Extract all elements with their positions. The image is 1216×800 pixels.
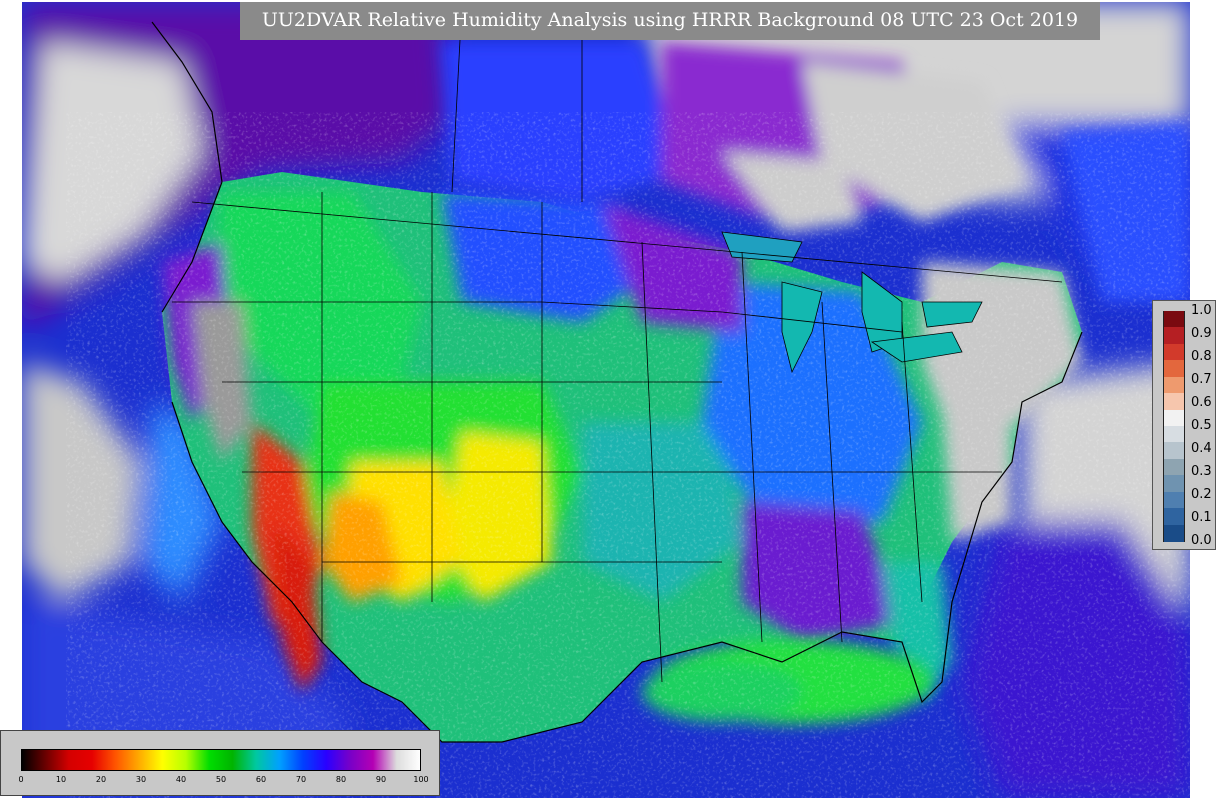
bottom-colorbar-tick-label: 40 bbox=[175, 775, 187, 784]
bottom-colorbar-tick-label: 50 bbox=[215, 775, 227, 784]
figure-frame: UU2DVAR Relative Humidity Analysis using… bbox=[0, 0, 1216, 800]
right-colorbar-legend: 1.0 0.9 0.8 0.7 0.6 0.5 0.4 0.3 0.2 0.1 0.0 bbox=[1152, 300, 1216, 550]
right-colorbar-swatch bbox=[1163, 475, 1185, 493]
right-colorbar-swatch bbox=[1163, 311, 1185, 328]
right-colorbar-tick-label: 1.0 bbox=[1191, 303, 1212, 318]
bottom-colorbar-tick-label: 10 bbox=[55, 775, 67, 784]
right-colorbar-tick-label: 0.8 bbox=[1191, 349, 1212, 364]
map-canvas bbox=[22, 2, 1190, 798]
bottom-colorbar-gradient bbox=[21, 749, 421, 771]
right-colorbar-tick-label: 0.5 bbox=[1191, 418, 1212, 433]
bottom-colorbar-tick-label: 0 bbox=[18, 775, 24, 784]
right-colorbar-swatch bbox=[1163, 393, 1185, 411]
right-colorbar-swatch bbox=[1163, 360, 1185, 378]
right-colorbar-swatch bbox=[1163, 491, 1185, 509]
right-colorbar-tick-label: 0.4 bbox=[1191, 441, 1212, 456]
map-title: UU2DVAR Relative Humidity Analysis using… bbox=[240, 2, 1100, 40]
right-colorbar-swatch bbox=[1163, 409, 1185, 427]
right-colorbar-swatch bbox=[1163, 458, 1185, 476]
right-colorbar-swatch bbox=[1163, 426, 1185, 443]
right-colorbar-swatch bbox=[1163, 376, 1185, 394]
bottom-colorbar-tick-label: 70 bbox=[295, 775, 307, 784]
bottom-colorbar-tick-label: 60 bbox=[255, 775, 267, 784]
right-colorbar-swatch bbox=[1163, 327, 1185, 345]
right-colorbar-swatch bbox=[1163, 524, 1185, 542]
right-colorbar-swatch bbox=[1163, 442, 1185, 460]
right-colorbar-swatch bbox=[1163, 508, 1185, 526]
bottom-colorbar-tick-label: 80 bbox=[335, 775, 347, 784]
bottom-colorbar-legend: 0 10 20 30 40 50 60 70 80 90 100 bbox=[0, 730, 440, 796]
right-colorbar-tick-label: 0.0 bbox=[1191, 533, 1212, 548]
right-colorbar-tick-label: 0.9 bbox=[1191, 326, 1212, 341]
humidity-map[interactable] bbox=[22, 2, 1190, 798]
bottom-colorbar-tick-label: 100 bbox=[413, 775, 429, 784]
bottom-colorbar-tick-label: 30 bbox=[135, 775, 147, 784]
right-colorbar-tick-label: 0.6 bbox=[1191, 395, 1212, 410]
bottom-colorbar-tick-label: 90 bbox=[375, 775, 387, 784]
bottom-colorbar-tick-label: 20 bbox=[95, 775, 107, 784]
right-colorbar-tick-label: 0.7 bbox=[1191, 372, 1212, 387]
right-colorbar-tick-label: 0.3 bbox=[1191, 464, 1212, 479]
right-colorbar-tick-label: 0.1 bbox=[1191, 510, 1212, 525]
right-colorbar-swatch bbox=[1163, 343, 1185, 361]
right-colorbar-tick-label: 0.2 bbox=[1191, 487, 1212, 502]
